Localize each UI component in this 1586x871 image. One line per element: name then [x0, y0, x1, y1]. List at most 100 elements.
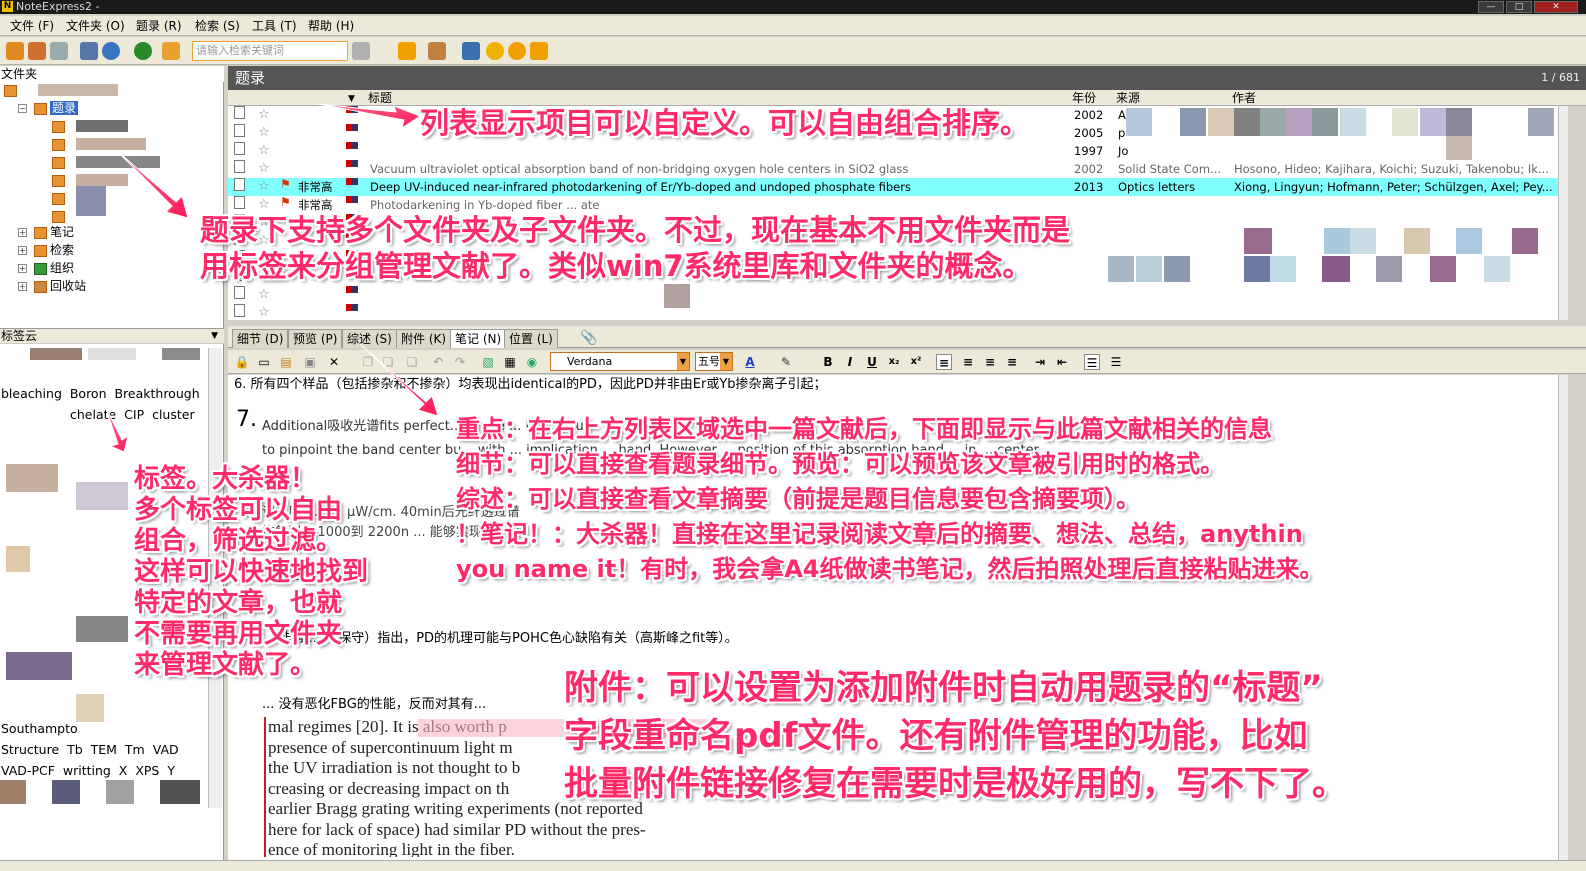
column-year[interactable]: 年份 [1072, 90, 1096, 106]
font-color-icon[interactable]: A [742, 354, 758, 370]
font-size-select[interactable]: 五号 ▼ [695, 352, 733, 371]
undo-icon[interactable]: ↶ [430, 354, 446, 370]
star-icon[interactable]: ☆ [258, 178, 270, 196]
library-icon[interactable] [80, 42, 98, 60]
star-icon[interactable]: ☆ [258, 124, 270, 142]
about-icon[interactable] [530, 42, 548, 60]
tree-item-notes[interactable]: 笔记 [34, 224, 74, 240]
flag-icon[interactable] [398, 42, 416, 60]
subfolder[interactable] [52, 190, 68, 206]
open-icon[interactable]: ▤ [278, 354, 294, 370]
link-icon[interactable]: ◉ [524, 354, 540, 370]
table-row[interactable]: ☆ [228, 286, 1558, 304]
note-icon[interactable] [462, 42, 480, 60]
tag-icon[interactable] [428, 42, 446, 60]
redo-icon[interactable]: ↷ [452, 354, 468, 370]
tree-item-records[interactable]: 题录 [34, 100, 79, 116]
outdent-icon[interactable]: ⇤ [1054, 354, 1070, 370]
tab-attachments[interactable]: 附件 (K) [396, 329, 452, 348]
info-icon[interactable] [508, 42, 526, 60]
tree-root[interactable] [4, 82, 20, 98]
align-center-icon[interactable]: ≡ [960, 354, 976, 370]
paste-icon[interactable]: ❏ [380, 354, 396, 370]
maximize-button[interactable]: □ [1506, 1, 1532, 13]
tag-vad[interactable]: VAD [153, 742, 179, 757]
table-row[interactable]: ☆ 1997 Jo [228, 142, 1558, 160]
justify-icon[interactable]: ≡ [1004, 354, 1020, 370]
paperclip-icon[interactable]: 📎 [580, 330, 597, 346]
new-record-icon[interactable] [6, 42, 24, 60]
paste-special-icon[interactable]: ❏ [404, 354, 420, 370]
tab-abstract[interactable]: 综述 (S) [342, 329, 397, 348]
tag-boron[interactable]: Boron [70, 386, 107, 401]
table-icon[interactable]: ▦ [502, 354, 518, 370]
numbered-list-icon[interactable]: ☰ [1084, 354, 1100, 370]
tag-tem[interactable]: TEM [91, 742, 117, 757]
superscript-icon[interactable]: x² [908, 354, 924, 370]
lock-icon[interactable]: 🔒 [234, 354, 250, 370]
underline-icon[interactable]: U [864, 354, 880, 370]
star-icon[interactable]: ☆ [258, 160, 270, 178]
tag-chelate[interactable]: chelate [70, 407, 116, 422]
globe-icon[interactable] [134, 42, 152, 60]
bold-icon[interactable]: B [820, 354, 836, 370]
copy-icon[interactable]: ❐ [360, 354, 376, 370]
expand-toggle[interactable]: + [18, 264, 27, 273]
star-icon[interactable]: ☆ [258, 106, 270, 124]
dropdown-arrow-icon[interactable]: ▼ [211, 329, 218, 344]
minimize-button[interactable]: — [1478, 1, 1504, 13]
menu-file[interactable]: 文件 (F) [10, 18, 54, 34]
tab-notes[interactable]: 笔记 (N) [450, 329, 507, 348]
tag-writting[interactable]: writting [63, 763, 111, 778]
image-icon[interactable]: ▧ [480, 354, 496, 370]
new-note-icon[interactable]: ▭ [256, 354, 272, 370]
bullet-list-icon[interactable]: ☰ [1108, 354, 1124, 370]
expand-toggle[interactable]: + [18, 246, 27, 255]
star-icon[interactable]: ☆ [258, 286, 270, 304]
tab-details[interactable]: 细节 (D) [232, 329, 289, 348]
tag-cluster[interactable]: cluster [152, 407, 195, 422]
expand-toggle[interactable]: + [18, 282, 27, 291]
search-options-icon[interactable] [352, 42, 370, 60]
tree-item-organize[interactable]: 组织 [34, 260, 74, 276]
column-title[interactable]: 标题 [368, 90, 392, 106]
table-row-selected[interactable]: ☆ ⚑ 非常高 Deep UV-induced near-infrared pho… [228, 178, 1558, 196]
menu-folder[interactable]: 文件夹 (O) [66, 18, 125, 34]
subfolder[interactable] [52, 154, 68, 170]
list-scrollbar[interactable] [1558, 106, 1568, 320]
tag-southampton[interactable]: Southampto [1, 721, 78, 736]
sort-arrow-icon[interactable]: ▼ [348, 91, 355, 107]
menu-records[interactable]: 题录 (R) [136, 18, 182, 34]
export-icon[interactable] [50, 42, 68, 60]
menu-tools[interactable]: 工具 (T) [252, 18, 297, 34]
collapse-toggle[interactable]: − [18, 104, 27, 113]
highlight-icon[interactable]: ✎ [778, 354, 794, 370]
tag-breakthrough[interactable]: Breakthrough [114, 386, 199, 401]
tab-location[interactable]: 位置 (L) [504, 329, 558, 348]
subfolder[interactable] [52, 208, 68, 224]
align-right-icon[interactable]: ≡ [982, 354, 998, 370]
tree-item-recycle[interactable]: 回收站 [34, 278, 86, 294]
download-icon[interactable] [162, 42, 180, 60]
menu-help[interactable]: 帮助 (H) [308, 18, 354, 34]
tag-structure[interactable]: Structure [1, 742, 59, 757]
subscript-icon[interactable]: x₂ [886, 354, 902, 370]
column-author[interactable]: 作者 [1232, 90, 1256, 106]
close-button[interactable]: ✕ [1534, 1, 1578, 13]
tag-x[interactable]: X [119, 763, 128, 778]
tab-preview[interactable]: 预览 (P) [288, 329, 343, 348]
tag-xps[interactable]: XPS [135, 763, 159, 778]
tag-vad-pcf[interactable]: VAD-PCF [1, 763, 55, 778]
star-icon[interactable]: ☆ [258, 304, 270, 322]
subfolder[interactable] [52, 118, 68, 134]
font-select[interactable]: Verdana ▼ [550, 352, 690, 371]
expand-toggle[interactable]: + [18, 228, 27, 237]
menu-search[interactable]: 检索 (S) [195, 18, 240, 34]
tag-bleaching[interactable]: bleaching [1, 386, 62, 401]
cut-icon[interactable]: ✕ [326, 354, 342, 370]
indent-icon[interactable]: ⇥ [1032, 354, 1048, 370]
tree-item-search[interactable]: 检索 [34, 242, 74, 258]
tag-y[interactable]: Y [167, 763, 175, 778]
tag-tb[interactable]: Tb [67, 742, 83, 757]
column-source[interactable]: 来源 [1116, 90, 1140, 106]
